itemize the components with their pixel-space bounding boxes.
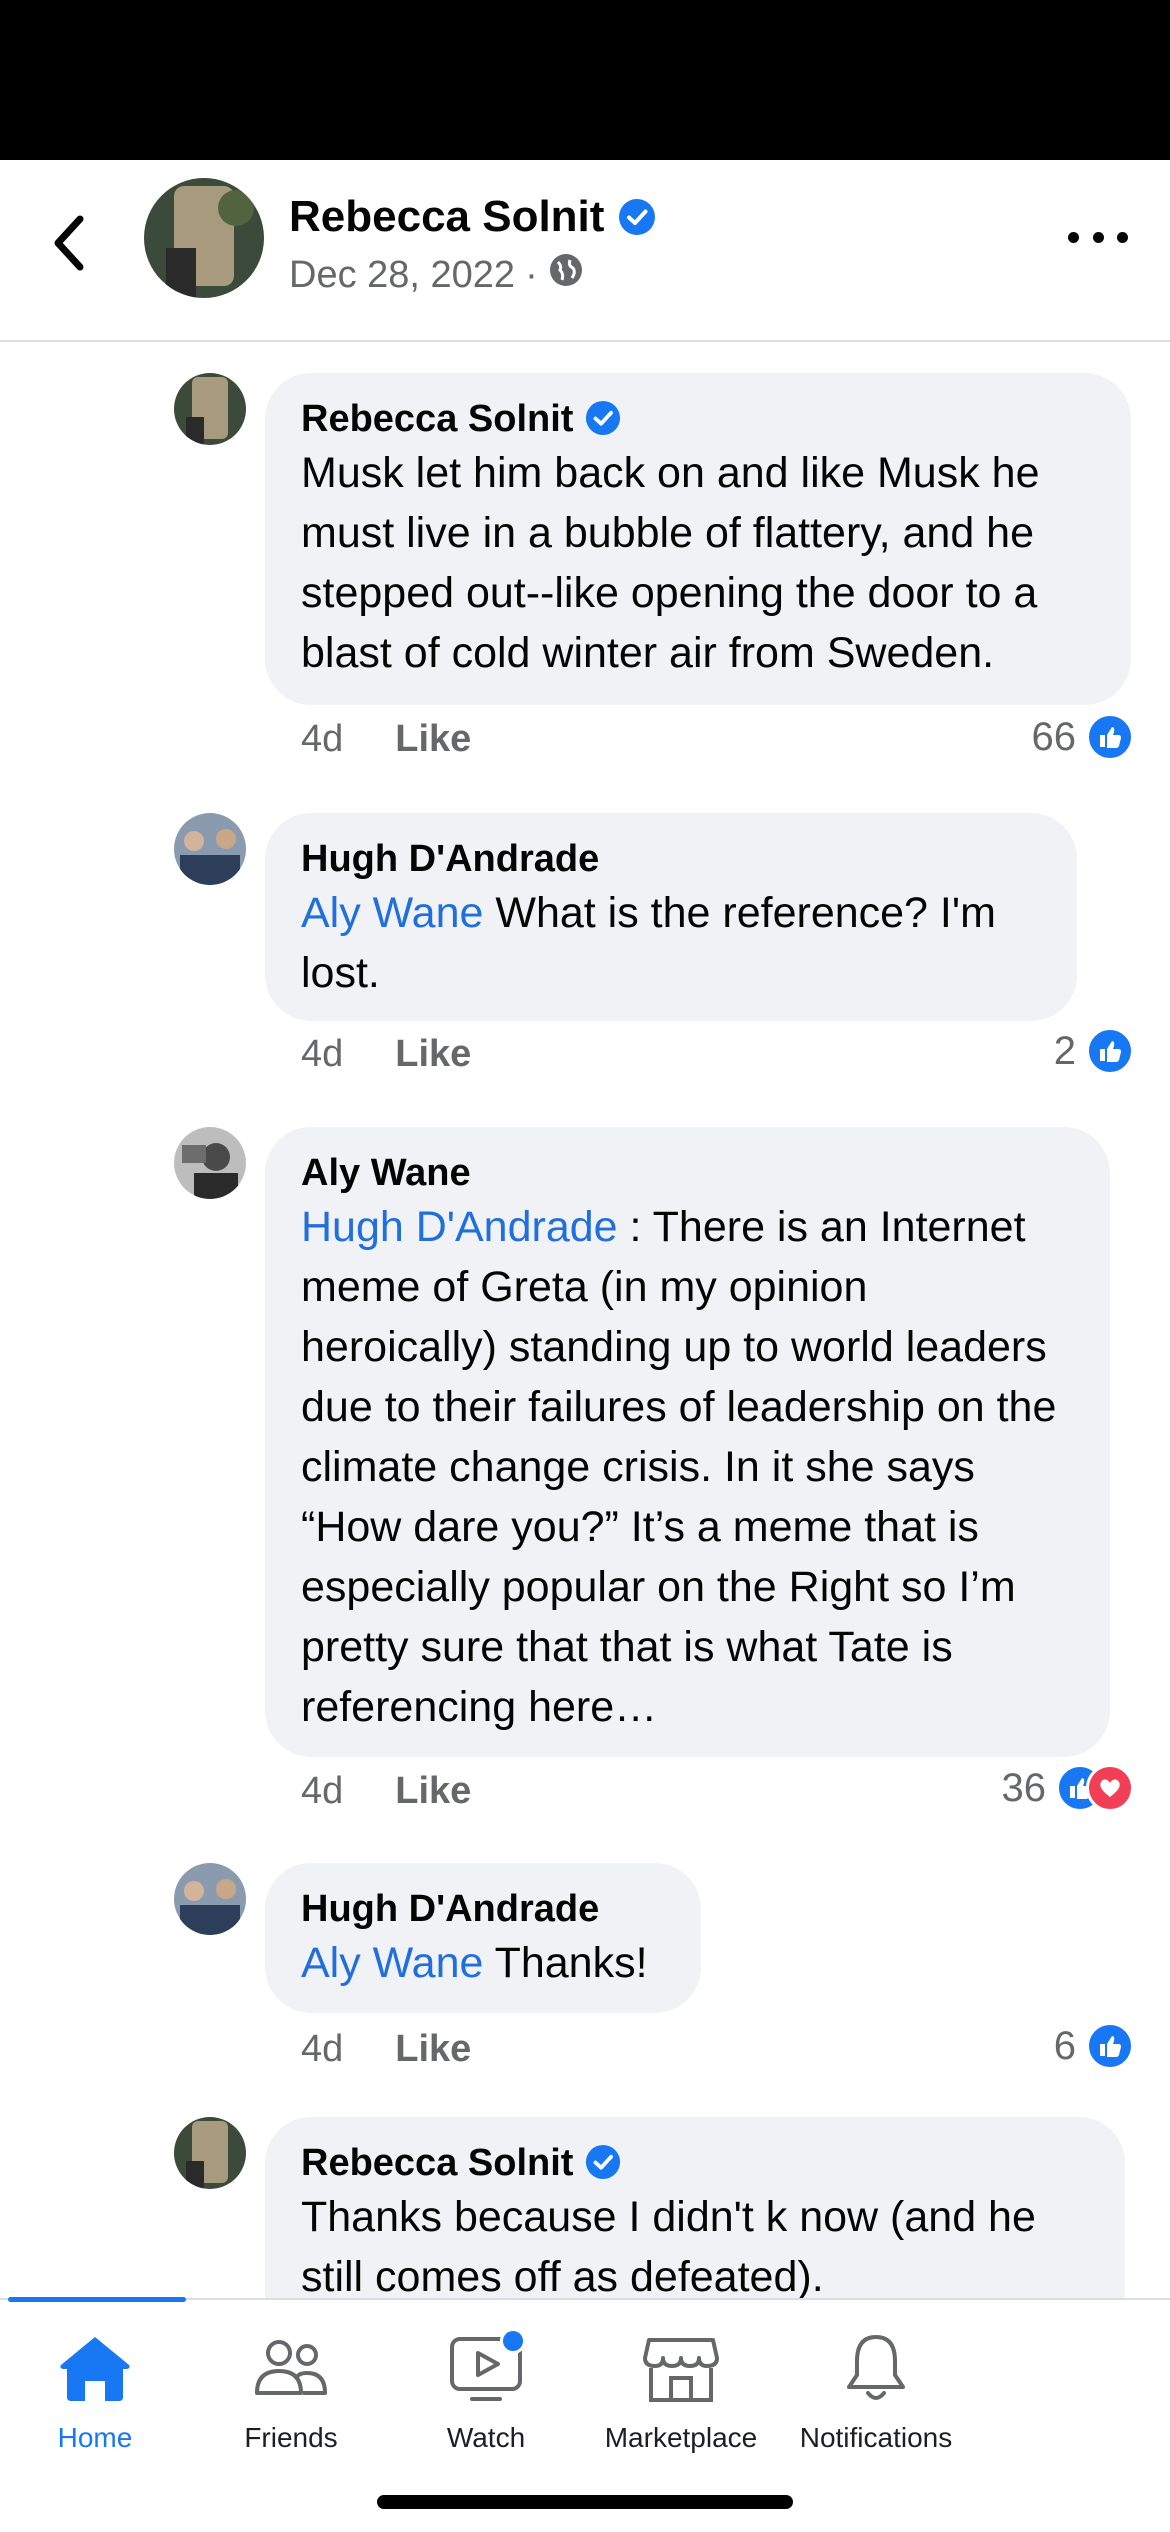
tab-label: Marketplace xyxy=(604,2422,758,2453)
comment-bubble[interactable]: Hugh D'Andrade Aly Wane What is the refe… xyxy=(265,813,1077,1021)
marketplace-icon xyxy=(641,2328,721,2408)
more-options-button[interactable] xyxy=(1068,222,1128,252)
comment-author-label: Hugh D'Andrade xyxy=(301,1888,600,1930)
tab-label: Notifications xyxy=(799,2422,953,2453)
comment-text: Musk let him back on and like Musk he mu… xyxy=(301,449,1040,677)
comment-time: 4d xyxy=(301,1770,344,1812)
tab-watch[interactable]: Watch xyxy=(391,2328,581,2454)
mention-link[interactable]: Aly Wane xyxy=(301,889,483,937)
status-bar xyxy=(0,0,1170,160)
notification-dot xyxy=(500,2328,526,2354)
verified-badge-icon xyxy=(585,2144,623,2182)
comment-author[interactable]: Hugh D'Andrade xyxy=(301,1885,665,1933)
comment-author-label: Rebecca Solnit xyxy=(301,398,574,440)
tab-notifications[interactable]: Notifications xyxy=(781,2328,971,2454)
thumbs-up-icon xyxy=(1086,2022,1134,2070)
more-dot-icon xyxy=(1117,231,1128,243)
author-avatar[interactable] xyxy=(144,178,264,298)
comments-list[interactable]: Rebecca Solnit Musk let him back on and … xyxy=(0,343,1170,2298)
mention-link[interactable]: Hugh D'Andrade xyxy=(301,1203,618,1251)
comment-author[interactable]: Rebecca Solnit xyxy=(301,395,1095,443)
comment-bubble[interactable]: Rebecca Solnit Musk let him back on and … xyxy=(265,373,1131,705)
comment-author[interactable]: Hugh D'Andrade xyxy=(301,835,1041,883)
like-button[interactable]: Like xyxy=(395,2028,471,2071)
comment-bubble[interactable]: Aly Wane Hugh D'Andrade : There is an In… xyxy=(265,1127,1110,1757)
friends-icon xyxy=(251,2328,331,2408)
home-indicator xyxy=(377,2495,793,2509)
reaction-summary[interactable]: 6 xyxy=(1054,2022,1134,2070)
verified-badge-icon xyxy=(585,400,623,438)
reaction-summary[interactable]: 36 xyxy=(1001,1764,1134,1812)
thumbs-up-icon xyxy=(1086,713,1134,761)
like-button[interactable]: Like xyxy=(395,718,471,761)
post-date: Dec 28, 2022 xyxy=(289,253,516,296)
meta-separator: · xyxy=(525,253,538,296)
comment-text: Aly Wane Thanks! xyxy=(301,1933,665,1993)
more-dot-icon xyxy=(1068,231,1079,243)
reaction-summary[interactable]: 2 xyxy=(1054,1027,1134,1075)
post-meta: Dec 28, 2022 · xyxy=(289,252,584,298)
comment-body: : There is an Internet meme of Greta (in… xyxy=(301,1203,1057,1731)
tab-label: Friends xyxy=(244,2422,338,2453)
like-button[interactable]: Like xyxy=(395,1033,471,1076)
reaction-summary[interactable]: 66 xyxy=(1031,713,1134,761)
tab-home[interactable]: Home xyxy=(0,2328,190,2454)
verified-badge-icon xyxy=(618,198,656,236)
tab-marketplace[interactable]: Marketplace xyxy=(586,2328,776,2454)
comment-author-label: Aly Wane xyxy=(301,1152,471,1194)
comment-time: 4d xyxy=(301,2028,344,2070)
comment-bubble[interactable]: Hugh D'Andrade Aly Wane Thanks! xyxy=(265,1863,701,2013)
commenter-avatar[interactable] xyxy=(174,813,246,885)
commenter-avatar[interactable] xyxy=(174,1127,246,1199)
tab-label: Home xyxy=(57,2422,133,2453)
comment-author-label: Rebecca Solnit xyxy=(301,2142,574,2184)
comment-author[interactable]: Rebecca Solnit xyxy=(301,2139,1089,2187)
comment-meta: 4d Like xyxy=(301,1033,471,1076)
bottom-tab-bar: Home Friends Watch Marketplace Notificat… xyxy=(0,2297,1170,2532)
commenter-avatar[interactable] xyxy=(174,373,246,445)
comment-author[interactable]: Aly Wane xyxy=(301,1149,1074,1197)
home-icon xyxy=(55,2328,135,2408)
reaction-count: 6 xyxy=(1053,2023,1076,2068)
comment-author-label: Hugh D'Andrade xyxy=(301,838,600,880)
comment-meta: 4d Like xyxy=(301,718,471,761)
post-header: Rebecca Solnit Dec 28, 2022 · xyxy=(0,160,1170,342)
comment-time: 4d xyxy=(301,1033,344,1075)
comment-bubble[interactable]: Rebecca Solnit Thanks because I didn't k… xyxy=(265,2117,1125,2298)
comment-text: Aly Wane What is the reference? I'm lost… xyxy=(301,883,1041,1003)
comment-text: Hugh D'Andrade : There is an Internet me… xyxy=(301,1197,1074,1737)
back-button[interactable] xyxy=(44,208,94,278)
commenter-avatar[interactable] xyxy=(174,2117,246,2189)
mention-link[interactable]: Aly Wane xyxy=(301,1939,483,1987)
tab-friends[interactable]: Friends xyxy=(196,2328,386,2454)
comment-meta: 4d Like xyxy=(301,1770,471,1813)
like-button[interactable]: Like xyxy=(395,1770,471,1813)
comment-time: 4d xyxy=(301,718,344,760)
globe-icon xyxy=(548,252,584,298)
more-dot-icon xyxy=(1092,231,1104,243)
reaction-count: 36 xyxy=(1001,1765,1047,1810)
bell-icon xyxy=(836,2328,916,2408)
chevron-left-icon xyxy=(54,215,84,271)
post-author-label: Rebecca Solnit xyxy=(289,192,605,241)
heart-icon xyxy=(1086,1764,1134,1812)
watch-icon xyxy=(446,2328,526,2408)
thumbs-up-icon xyxy=(1086,1027,1134,1075)
comment-meta: 4d Like xyxy=(301,2028,471,2071)
comment-body: Thanks! xyxy=(483,1939,648,1987)
reaction-count: 2 xyxy=(1053,1028,1076,1073)
active-tab-indicator xyxy=(8,2297,186,2302)
comment-text: Thanks because I didn't k now (and he st… xyxy=(301,2193,1036,2298)
reaction-count: 66 xyxy=(1031,714,1077,759)
tab-label: Watch xyxy=(446,2422,526,2453)
post-author-name[interactable]: Rebecca Solnit xyxy=(289,192,656,242)
commenter-avatar[interactable] xyxy=(174,1863,246,1935)
